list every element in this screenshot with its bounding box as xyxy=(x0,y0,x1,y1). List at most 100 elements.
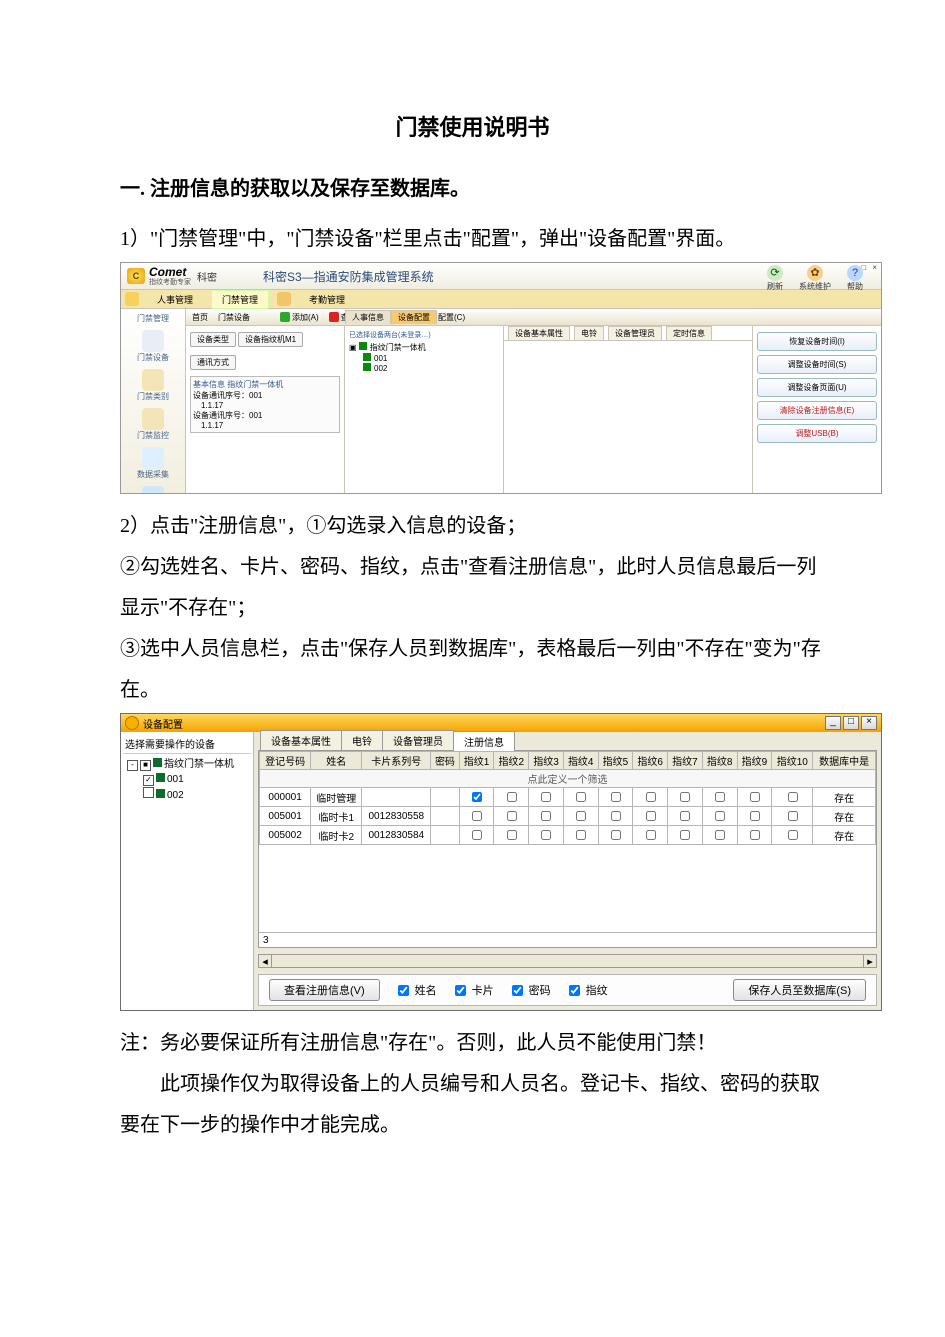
checkbox-icon[interactable] xyxy=(788,830,798,840)
checkbox-icon[interactable] xyxy=(680,830,690,840)
chip-dev-type[interactable]: 设备类型 xyxy=(190,332,236,347)
col-fp2[interactable]: 指纹2 xyxy=(494,752,529,770)
tree-node-001[interactable]: ✓001 xyxy=(143,772,249,787)
col-fp1[interactable]: 指纹1 xyxy=(459,752,494,770)
sidebar-item-data[interactable]: 数据采集 xyxy=(137,445,169,480)
btn-clear-reg[interactable]: 清除设备注册信息(E) xyxy=(757,401,877,420)
checkbox-icon[interactable]: ■ xyxy=(140,760,151,771)
tree-node-002[interactable]: 002 xyxy=(363,363,499,373)
tab-basic[interactable]: 设备基本属性 xyxy=(508,326,570,340)
checkbox-icon[interactable] xyxy=(750,792,760,802)
checkbox-icon[interactable] xyxy=(788,811,798,821)
check-fp[interactable]: 指纹 xyxy=(565,982,608,999)
check-pwd[interactable]: 密码 xyxy=(508,982,551,999)
checkbox-icon[interactable] xyxy=(750,811,760,821)
checkbox-icon[interactable] xyxy=(512,985,523,996)
sidebar-item-device[interactable]: 门禁设备 xyxy=(137,328,169,363)
close-button[interactable]: × xyxy=(861,716,877,730)
col-fp6[interactable]: 指纹6 xyxy=(633,752,668,770)
col-card[interactable]: 卡片系列号 xyxy=(362,752,431,770)
btn-adjust-usb[interactable]: 调整USB(B) xyxy=(757,424,877,443)
checkbox-icon[interactable] xyxy=(715,811,725,821)
checkbox-icon[interactable] xyxy=(611,830,621,840)
checkbox-icon[interactable] xyxy=(472,811,482,821)
refresh-button[interactable]: ⟳刷新 xyxy=(767,265,783,292)
tab-bell[interactable]: 电铃 xyxy=(574,326,604,340)
breadcrumb-device[interactable]: 门禁设备 xyxy=(218,312,250,323)
checkbox-icon[interactable] xyxy=(576,811,586,821)
btn-adjust-screen[interactable]: 调整设备页面(U) xyxy=(757,378,877,397)
checkbox-icon[interactable] xyxy=(680,811,690,821)
tree-tab-device[interactable]: 设备配置 xyxy=(391,310,437,324)
checkbox-icon[interactable] xyxy=(646,811,656,821)
table-row[interactable]: 005001临时卡10012830558存在 xyxy=(260,807,876,826)
col-fp4[interactable]: 指纹4 xyxy=(563,752,598,770)
checkbox-icon[interactable]: ✓ xyxy=(143,775,154,786)
scroll-right-icon[interactable]: ▸ xyxy=(863,955,876,968)
checkbox-icon[interactable] xyxy=(715,830,725,840)
checkbox-icon[interactable] xyxy=(611,792,621,802)
check-name[interactable]: 姓名 xyxy=(394,982,437,999)
tab-time[interactable]: 定时信息 xyxy=(666,326,712,340)
chip-dev-name[interactable]: 设备指纹机M1 xyxy=(238,332,303,347)
checkbox-icon[interactable] xyxy=(398,985,409,996)
checkbox-icon[interactable] xyxy=(455,985,466,996)
col-fp5[interactable]: 指纹5 xyxy=(598,752,633,770)
tree-root[interactable]: ▣ 指纹门禁一体机 xyxy=(349,342,499,353)
col-fp8[interactable]: 指纹8 xyxy=(702,752,737,770)
check-card[interactable]: 卡片 xyxy=(451,982,494,999)
col-fp9[interactable]: 指纹9 xyxy=(737,752,772,770)
checkbox-icon[interactable] xyxy=(715,792,725,802)
checkbox-icon[interactable] xyxy=(788,792,798,802)
sidebar-item-access-level[interactable]: 门禁类别 xyxy=(137,367,169,402)
btn-restore-time[interactable]: 恢复设备时间(I) xyxy=(757,332,877,351)
checkbox-icon[interactable] xyxy=(507,792,517,802)
minimize-button[interactable]: _ xyxy=(825,716,841,730)
checkbox-icon[interactable] xyxy=(541,811,551,821)
col-pwd[interactable]: 密码 xyxy=(431,752,459,770)
tree-node-001[interactable]: 001 xyxy=(363,353,499,363)
checkbox-icon[interactable] xyxy=(576,830,586,840)
help-button[interactable]: ?帮助 xyxy=(847,265,863,292)
checkbox-icon[interactable] xyxy=(472,830,482,840)
checkbox-icon[interactable] xyxy=(611,811,621,821)
horizontal-scrollbar[interactable]: ◂ ▸ xyxy=(258,954,877,968)
sidebar-item-monitor[interactable]: 门禁监控 xyxy=(137,406,169,441)
table-row[interactable]: 005002临时卡20012830584存在 xyxy=(260,826,876,845)
tree-root[interactable]: -■指纹门禁一体机 xyxy=(127,757,249,772)
table-row[interactable]: 000001临时管理存在 xyxy=(260,788,876,807)
checkbox-icon[interactable] xyxy=(472,792,482,802)
checkbox-icon[interactable] xyxy=(541,830,551,840)
checkbox-icon[interactable] xyxy=(750,830,760,840)
tab-admin[interactable]: 设备管理员 xyxy=(382,730,454,750)
btn-adjust-time[interactable]: 调整设备时间(S) xyxy=(757,355,877,374)
tab-register-info[interactable]: 注册信息 xyxy=(453,731,515,751)
checkbox-icon[interactable] xyxy=(143,787,154,798)
checkbox-icon[interactable] xyxy=(507,830,517,840)
save-to-db-button[interactable]: 保存人员至数据库(S) xyxy=(733,979,866,1001)
maximize-button[interactable]: □ xyxy=(843,716,859,730)
breadcrumb-home[interactable]: 首页 xyxy=(192,312,208,323)
checkbox-icon[interactable] xyxy=(507,811,517,821)
tab-admin[interactable]: 设备管理员 xyxy=(608,326,662,340)
checkbox-icon[interactable] xyxy=(541,792,551,802)
tab-attendance[interactable]: 考勤管理 xyxy=(299,291,355,308)
scroll-left-icon[interactable]: ◂ xyxy=(259,955,272,968)
col-fp7[interactable]: 指纹7 xyxy=(668,752,703,770)
view-register-button[interactable]: 查看注册信息(V) xyxy=(269,979,380,1001)
tab-bell[interactable]: 电铃 xyxy=(341,730,383,750)
tab-personnel[interactable]: 人事管理 xyxy=(147,291,203,308)
checkbox-icon[interactable] xyxy=(569,985,580,996)
col-name[interactable]: 姓名 xyxy=(311,752,362,770)
col-fp3[interactable]: 指纹3 xyxy=(529,752,564,770)
checkbox-icon[interactable] xyxy=(680,792,690,802)
chip-comm[interactable]: 通讯方式 xyxy=(190,355,236,370)
add-button[interactable]: 添加(A) xyxy=(280,312,319,323)
collapse-icon[interactable]: - xyxy=(127,760,138,771)
col-reg[interactable]: 登记号码 xyxy=(260,752,311,770)
tab-basic[interactable]: 设备基本属性 xyxy=(260,730,342,750)
checkbox-icon[interactable] xyxy=(576,792,586,802)
sidebar-item-realtime[interactable]: 实时数据 xyxy=(137,484,169,494)
col-fp10[interactable]: 指纹10 xyxy=(772,752,813,770)
tree-tab-person[interactable]: 人事信息 xyxy=(345,310,391,324)
